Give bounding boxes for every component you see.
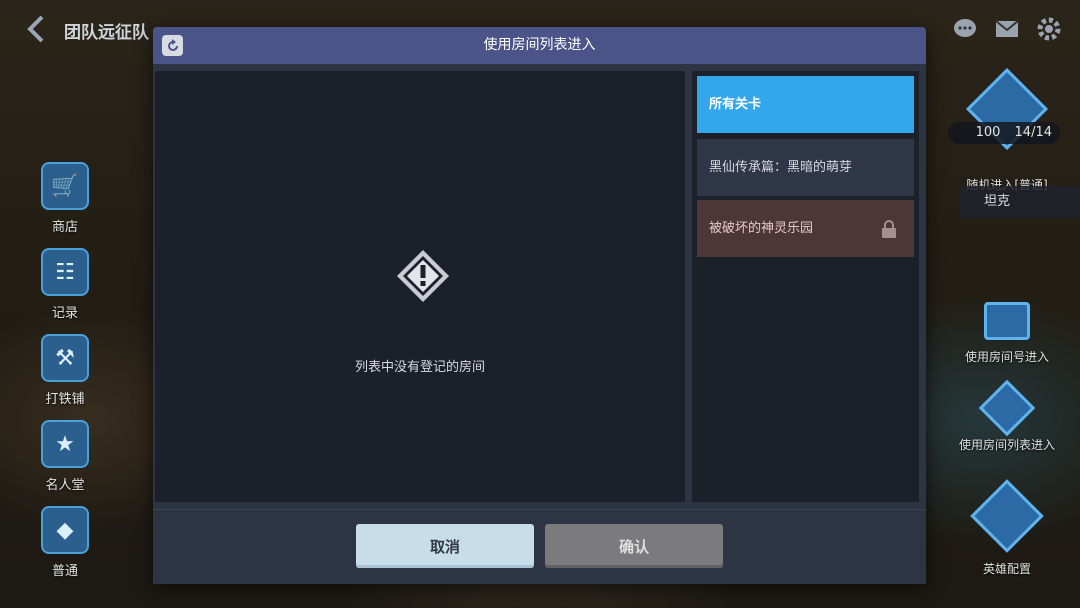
stamina-value: 100	[975, 125, 1001, 140]
dialog-title: 使用房间列表进入	[483, 37, 596, 53]
side-item-label: 普通	[51, 564, 78, 579]
room-list-dialog: 使用房间列表进入 列表中没有登记的房间 所有关卡 黑仙传承篇：黑暗的萌芽 被破坏…	[153, 27, 926, 584]
side-item-shop[interactable]: 🛒 商店	[28, 162, 102, 248]
warning-icon	[397, 250, 449, 302]
side-item-record[interactable]: ☷ 记录	[28, 248, 102, 334]
room-list-enter-label: 使用房间列表进入	[958, 438, 1055, 452]
emblem-icon	[978, 379, 1036, 437]
role-label: 坦克	[984, 194, 1011, 209]
dialog-footer: 取消 确认	[153, 509, 926, 584]
empty-list-message: 列表中没有登记的房间	[354, 360, 485, 375]
cart-icon: 🛒	[41, 162, 89, 210]
stage-label: 黑仙传承篇：黑暗的萌芽	[709, 160, 853, 175]
room-number-enter-button[interactable]: 使用房间号进入	[952, 302, 1062, 365]
side-item-smithy[interactable]: ⚒ 打铁铺	[28, 334, 102, 420]
hall-of-fame-icon: ★	[41, 420, 89, 468]
id-card-icon	[984, 302, 1030, 340]
cancel-button[interactable]: 取消	[356, 524, 534, 568]
back-arrow-icon[interactable]	[22, 14, 52, 44]
room-number-enter-label: 使用房间号进入	[964, 350, 1049, 364]
side-item-label: 记录	[51, 306, 78, 321]
room-list: 列表中没有登记的房间	[155, 71, 685, 502]
emblem-icon	[970, 479, 1044, 553]
side-item-label: 打铁铺	[45, 392, 85, 407]
settings-gear-icon[interactable]	[1036, 16, 1062, 42]
top-icon-bar	[952, 16, 1062, 42]
chat-icon[interactable]	[952, 16, 978, 42]
side-item-label: 名人堂	[45, 478, 85, 493]
lock-icon	[882, 220, 896, 238]
mail-icon[interactable]	[994, 16, 1020, 42]
clipboard-icon: ☷	[41, 248, 89, 296]
stamina-counter: 100 14/14	[947, 122, 1060, 144]
side-item-label: 商店	[51, 220, 78, 235]
stage-item-ruined-paradise[interactable]: 被破坏的神灵乐园	[697, 200, 914, 257]
confirm-button[interactable]: 确认	[545, 524, 723, 568]
stage-label: 被破坏的神灵乐园	[709, 221, 814, 236]
side-item-hall-of-fame[interactable]: ★ 名人堂	[28, 420, 102, 506]
stage-item-dark-sprout[interactable]: 黑仙传承篇：黑暗的萌芽	[697, 139, 914, 196]
side-item-normal[interactable]: ◆ 普通	[28, 506, 102, 592]
emblem-icon: ◆	[41, 506, 89, 554]
stage-filter-list: 所有关卡 黑仙传承篇：黑暗的萌芽 被破坏的神灵乐园	[692, 71, 919, 502]
stage-item-all[interactable]: 所有关卡	[697, 76, 914, 133]
anvil-icon: ⚒	[41, 334, 89, 382]
hero-config-button[interactable]: 英雄配置	[952, 479, 1062, 577]
side-menu: 🛒 商店 ☷ 记录 ⚒ 打铁铺 ★ 名人堂 ◆ 普通	[28, 162, 102, 592]
role-selector[interactable]: 坦克	[960, 186, 1080, 218]
stage-label: 所有关卡	[709, 97, 762, 112]
entries-value: 14/14	[1014, 125, 1052, 140]
screen-title: 团队远征队	[64, 23, 149, 43]
hero-config-label: 英雄配置	[982, 562, 1031, 576]
dialog-header: 使用房间列表进入	[153, 27, 926, 64]
room-list-enter-button[interactable]: 使用房间列表进入	[952, 379, 1062, 453]
